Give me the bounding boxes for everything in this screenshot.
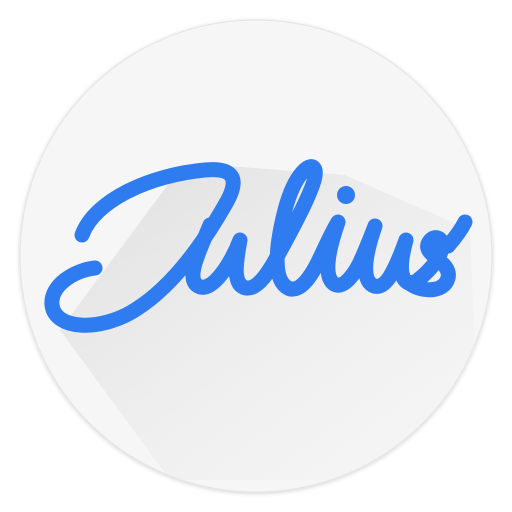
i-dot [337, 186, 355, 204]
canvas [0, 0, 512, 512]
app-icon [19, 19, 493, 493]
